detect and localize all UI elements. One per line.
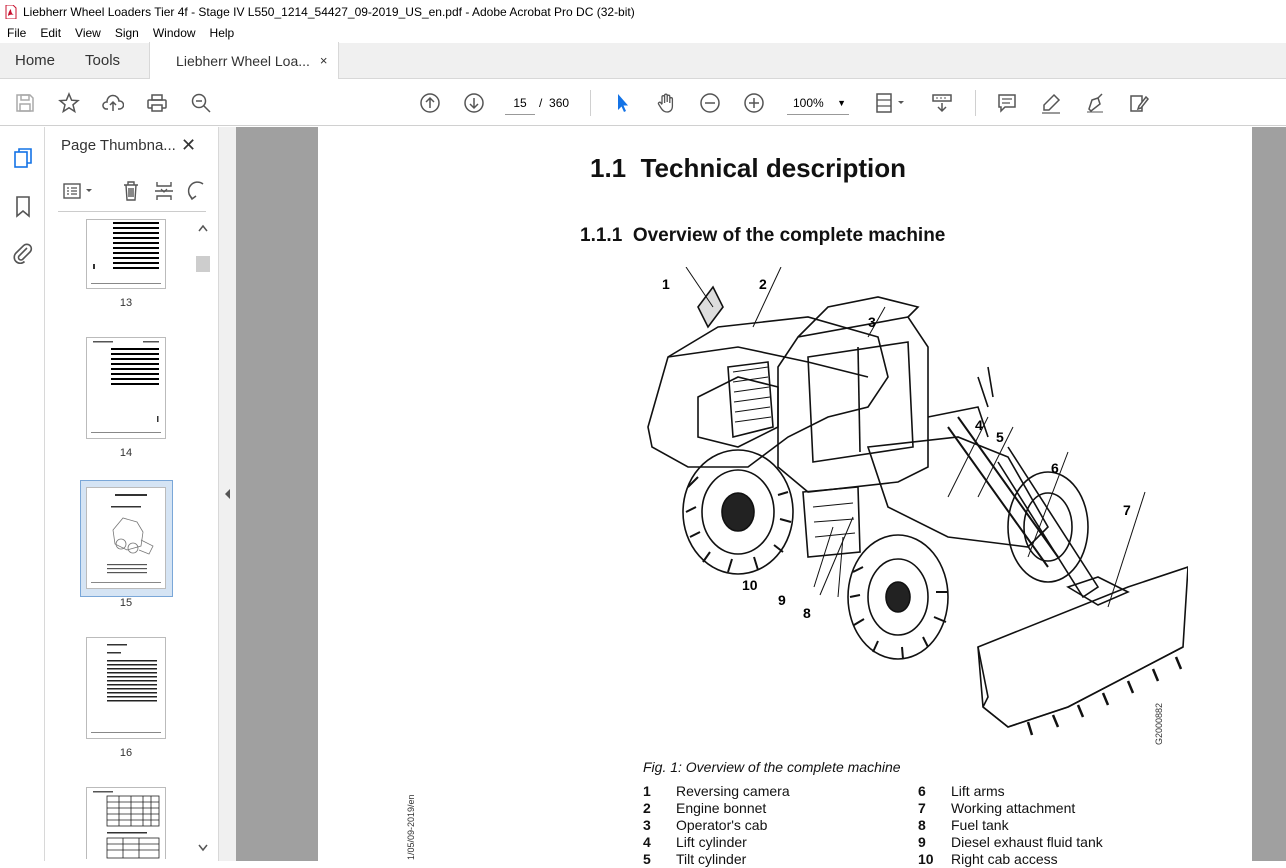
legend-item: 6 Lift arms: [918, 783, 1005, 799]
panel-title: Page Thumbna...: [61, 137, 176, 154]
zoom-in-icon[interactable]: [742, 91, 766, 115]
left-navigation-rail: [0, 127, 45, 861]
bookmark-icon[interactable]: [14, 195, 32, 224]
legend-item: 8 Fuel tank: [918, 817, 1009, 833]
comment-icon[interactable]: [995, 91, 1019, 115]
panel-divider: [58, 211, 206, 212]
star-icon[interactable]: [57, 91, 81, 115]
highlighter-icon[interactable]: [1039, 91, 1063, 115]
panel-collapse-strip[interactable]: [218, 127, 236, 861]
thumbnail-list: 13 14 15 16: [46, 219, 196, 859]
document-page: 1.1 Technical description 1.1.1 Overview…: [318, 127, 1252, 867]
toolbar-divider: [590, 90, 591, 116]
chevron-down-icon: ▼: [837, 98, 846, 108]
menu-file[interactable]: File: [0, 26, 33, 40]
legend-item: 9 Diesel exhaust fluid tank: [918, 834, 1103, 850]
document-side-code: 1/05/09-2019/en: [406, 794, 416, 860]
legend-right: 6 Lift arms 7 Working attachment 8 Fuel tan…: [918, 783, 1103, 868]
legend-left: 1 Reversing camera 2 Engine bonnet 3 Operat…: [643, 783, 790, 868]
callout-label: 1: [662, 276, 670, 292]
callout-label: 10: [742, 577, 758, 593]
hand-tool-icon[interactable]: [654, 91, 678, 115]
title-bar: Liebherr Wheel Loaders Tier 4f - Stage I…: [0, 0, 1286, 23]
draw-pen-icon[interactable]: [1083, 91, 1107, 115]
tab-home[interactable]: Home: [0, 42, 70, 78]
legend-item: 4 Lift cylinder: [643, 834, 747, 850]
legend-item: 5 Tilt cylinder: [643, 851, 747, 867]
tab-close-icon[interactable]: ×: [320, 53, 328, 68]
page-total: / 360: [539, 96, 570, 110]
search-zoom-icon[interactable]: [189, 91, 213, 115]
callout-label: 2: [759, 276, 767, 292]
scroll-mode-icon[interactable]: [930, 91, 954, 115]
callout-label: 4: [975, 417, 983, 433]
page-thumbnails-panel: Page Thumbna... ✕ 13 14 15 16: [46, 127, 218, 861]
callout-label: 8: [803, 605, 811, 621]
thumbnail-page-15[interactable]: [86, 487, 166, 589]
thumbnail-scrollbar[interactable]: [196, 220, 210, 857]
thumbnail-page-17[interactable]: [86, 787, 166, 859]
zoom-level-select[interactable]: 100% ▼: [787, 91, 849, 115]
thumbnail-page-16[interactable]: [86, 637, 166, 739]
thumbnail-number: 13: [119, 297, 133, 309]
wheel-loader-illustration: [647, 267, 1188, 736]
rotate-page-icon[interactable]: [186, 179, 208, 208]
callout-label: 3: [868, 314, 876, 330]
menu-sign[interactable]: Sign: [108, 26, 146, 40]
save-icon[interactable]: [13, 91, 37, 115]
thumbnail-number: 16: [119, 747, 133, 759]
thumbnail-page-14[interactable]: [86, 337, 166, 439]
tab-bar: Home Tools Liebherr Wheel Loa... ×: [0, 42, 1286, 79]
callout-label: 9: [778, 592, 786, 608]
menu-bar: File Edit View Sign Window Help: [0, 23, 1286, 43]
acrobat-icon: [5, 4, 17, 19]
zoom-out-icon[interactable]: [698, 91, 722, 115]
fill-sign-icon[interactable]: [1127, 91, 1151, 115]
delete-page-icon[interactable]: [120, 179, 142, 208]
thumbnail-number: 15: [119, 597, 133, 609]
menu-window[interactable]: Window: [146, 26, 203, 40]
select-cursor-icon[interactable]: [610, 91, 634, 115]
legend-item: 7 Working attachment: [918, 800, 1076, 816]
menu-help[interactable]: Help: [203, 26, 242, 40]
callout-label: 6: [1051, 460, 1059, 476]
tab-tools[interactable]: Tools: [70, 42, 135, 78]
page-number-input[interactable]: 15: [505, 91, 535, 115]
previous-page-icon[interactable]: [418, 91, 442, 115]
legend-item: 3 Operator's cab: [643, 817, 768, 833]
collapse-arrow-icon: [225, 489, 230, 499]
page-fit-icon[interactable]: [874, 91, 908, 115]
callout-label: 7: [1123, 502, 1131, 518]
panel-toolbar: [58, 177, 208, 207]
legend-item: 10 Right cab access: [918, 851, 1058, 867]
extract-pages-icon[interactable]: [153, 179, 175, 208]
callout-label: 5: [996, 429, 1004, 445]
attachment-icon[interactable]: [12, 241, 34, 270]
subsection-heading: 1.1.1 Overview of the complete machine: [580, 225, 946, 246]
section-heading: 1.1 Technical description: [590, 153, 906, 183]
thumbnail-page-13[interactable]: [86, 219, 166, 289]
legend-item: 2 Engine bonnet: [643, 800, 767, 816]
figure-code: G2000882: [1154, 702, 1164, 745]
toolbar-divider: [975, 90, 976, 116]
menu-edit[interactable]: Edit: [33, 26, 68, 40]
figure-caption: Fig. 1: Overview of the complete machine: [643, 759, 901, 775]
document-viewer[interactable]: 1.1 Technical description 1.1.1 Overview…: [236, 127, 1286, 867]
page-thumbnails-icon[interactable]: [12, 147, 34, 176]
window-title: Liebherr Wheel Loaders Tier 4f - Stage I…: [23, 4, 635, 19]
thumbnail-options-icon[interactable]: [62, 181, 98, 206]
menu-view[interactable]: View: [68, 26, 108, 40]
tab-document-label: Liebherr Wheel Loa...: [176, 52, 310, 69]
tab-document[interactable]: Liebherr Wheel Loa... ×: [149, 42, 339, 79]
thumbnail-number: 14: [119, 447, 133, 459]
upload-cloud-icon[interactable]: [101, 91, 125, 115]
next-page-icon[interactable]: [462, 91, 486, 115]
print-icon[interactable]: [145, 91, 169, 115]
legend-item: 1 Reversing camera: [643, 783, 790, 799]
panel-close-icon[interactable]: ✕: [181, 135, 196, 156]
